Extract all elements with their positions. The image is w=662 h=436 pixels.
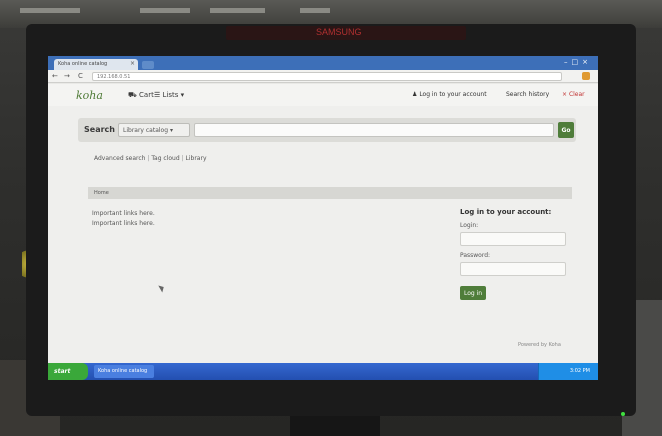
taskbar: start Koha online catalog 3:02 PM (48, 363, 598, 380)
search-history-link[interactable]: Search history (506, 91, 549, 98)
tag-cloud-link[interactable]: Tag cloud (151, 155, 179, 162)
libraries-link[interactable]: Library (186, 155, 207, 162)
cart-button[interactable]: ⛟ Cart (128, 91, 154, 100)
login-field[interactable] (460, 232, 566, 246)
close-icon: × (562, 91, 568, 98)
clock: 3:02 PM (569, 368, 590, 374)
clear-history-link[interactable]: × Clear (562, 91, 585, 98)
system-tray: 3:02 PM (538, 363, 598, 380)
chevron-down-icon: ▾ (180, 91, 185, 99)
tab-title: Koha online catalog (58, 61, 108, 67)
breadcrumb: Home (88, 187, 572, 199)
background-object (300, 8, 330, 13)
login-link-label: Log in to your account (419, 91, 487, 98)
search-scope-value: Library catalog (123, 127, 169, 134)
go-button[interactable]: Go (558, 122, 574, 138)
search-label: Search (84, 125, 115, 134)
browser-tab-bar: Koha online catalog × –□× (48, 56, 598, 70)
cart-label: Cart (139, 91, 154, 99)
opac-navbar: koha ⛟ Cart ☰ Lists ▾ ♟ Log in to your a… (48, 84, 598, 106)
breadcrumb-home[interactable]: Home (94, 190, 109, 196)
list-icon: ☰ (154, 91, 161, 99)
login-panel-title: Log in to your account: (460, 208, 552, 216)
password-field-label: Password: (460, 252, 491, 259)
address-bar[interactable]: 192.168.0.51 (92, 72, 562, 81)
login-panel: Log in to your account: Login: Password:… (460, 208, 572, 300)
close-icon[interactable]: × (130, 60, 135, 67)
user-icon: ♟ (412, 91, 418, 98)
search-input[interactable] (194, 123, 554, 137)
new-tab-button[interactable] (142, 61, 154, 69)
more-search-links: Advanced search | Tag cloud | Library (94, 155, 207, 162)
clear-label: Clear (568, 91, 585, 98)
chevron-down-icon: ▾ (169, 127, 173, 134)
back-icon[interactable]: ← (52, 72, 58, 80)
browser-toolbar: ← → C 192.168.0.51 (48, 70, 598, 83)
login-button[interactable]: Log in (460, 286, 486, 300)
monitor-brand: SAMSUNG (316, 27, 362, 37)
background-object (210, 8, 265, 13)
forward-icon[interactable]: → (64, 72, 70, 80)
links-text: Important links here. (92, 210, 155, 217)
taskbar-window-item[interactable]: Koha online catalog (94, 365, 154, 378)
links-text: Important links here. (92, 220, 155, 227)
search-scope-select[interactable]: Library catalog ▾ (118, 123, 190, 137)
screen: Koha online catalog × –□× ← → C 192.168.… (48, 56, 598, 380)
password-field[interactable] (460, 262, 566, 276)
extension-icon[interactable] (582, 72, 590, 80)
lists-label: Lists (162, 91, 179, 99)
power-led-icon (621, 412, 625, 416)
lists-menu[interactable]: ☰ Lists ▾ (154, 91, 184, 99)
opac-main-user-block: Important links here. Important links he… (92, 209, 155, 229)
window-controls[interactable]: –□× (564, 58, 592, 66)
koha-logo[interactable]: koha (76, 89, 103, 102)
masthead-search: Search Library catalog ▾ Go (78, 118, 576, 142)
advanced-search-link[interactable]: Advanced search (94, 155, 145, 162)
cart-icon: ⛟ (128, 91, 137, 99)
opac-page: koha ⛟ Cart ☰ Lists ▾ ♟ Log in to your a… (48, 84, 598, 363)
reload-icon[interactable]: C (78, 72, 83, 80)
start-button[interactable]: start (48, 363, 88, 380)
background-object (20, 8, 80, 13)
monitor-stand (290, 416, 380, 436)
mouse-cursor-icon (158, 283, 166, 293)
background-object (140, 8, 190, 13)
login-link[interactable]: ♟ Log in to your account (412, 91, 487, 98)
powered-by-koha[interactable]: Powered by Koha (518, 342, 561, 348)
browser-tab[interactable]: Koha online catalog × (54, 59, 138, 70)
login-field-label: Login: (460, 222, 479, 229)
